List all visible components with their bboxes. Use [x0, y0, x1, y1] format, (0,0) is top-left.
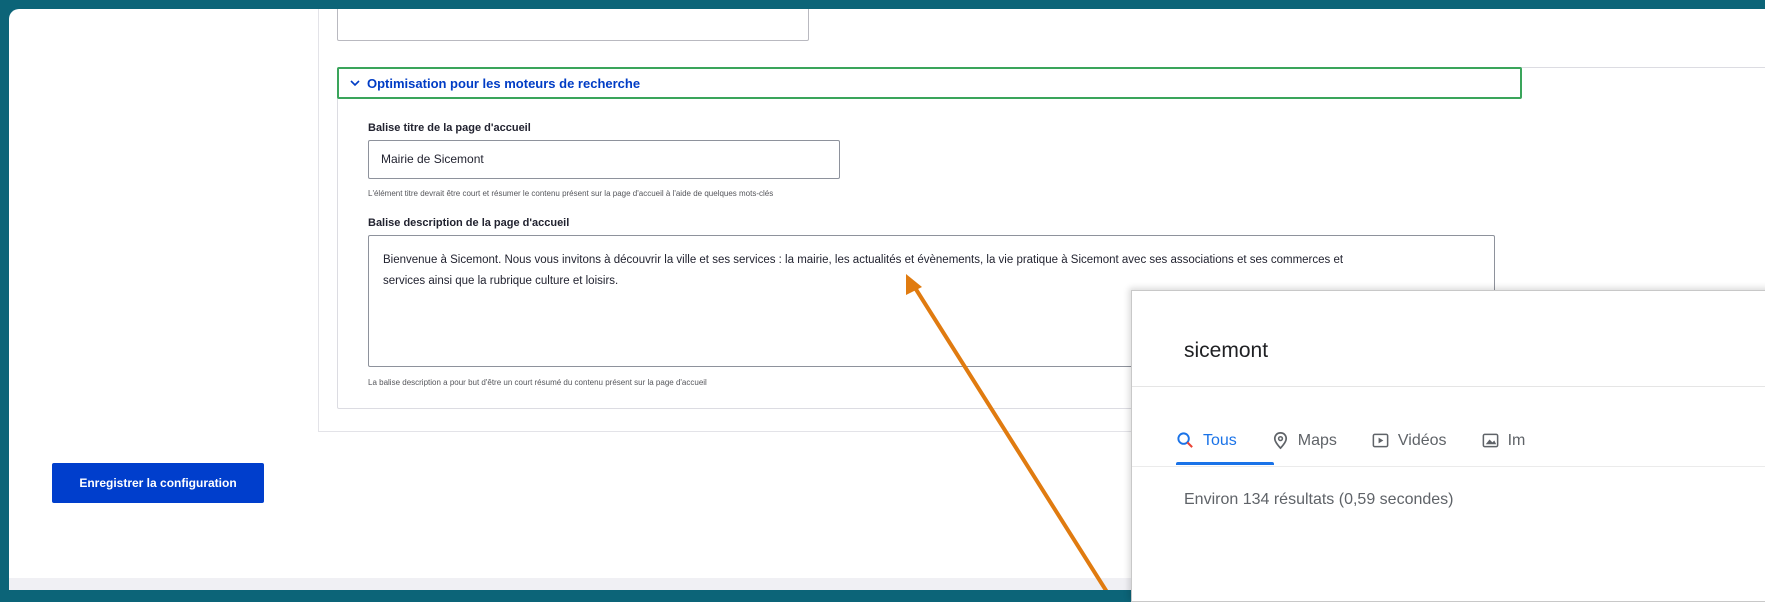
tab-images[interactable]: Im — [1481, 431, 1526, 450]
seo-section-toggle[interactable]: Optimisation pour les moteurs de recherc… — [337, 67, 1522, 99]
tab-label: Vidéos — [1397, 431, 1447, 449]
description-field-hint: La balise description a pour but d'être … — [368, 378, 707, 387]
tabs-divider — [1132, 466, 1765, 467]
title-field-hint: L'élément titre devrait être court et ré… — [368, 189, 774, 198]
tab-tous[interactable]: Tous — [1176, 431, 1237, 450]
tab-label: Maps — [1297, 431, 1337, 449]
tab-videos[interactable]: Vidéos — [1371, 431, 1447, 450]
tab-maps[interactable]: Maps — [1271, 431, 1337, 450]
tab-label: Tous — [1203, 431, 1237, 449]
map-pin-icon — [1273, 432, 1287, 450]
description-line: services ainsi que la rubrique culture e… — [383, 275, 619, 287]
image-icon — [1482, 433, 1498, 448]
search-divider — [1132, 386, 1765, 387]
seo-section-label: Optimisation pour les moteurs de recherc… — [367, 75, 641, 91]
search-tabs: Tous Maps Vidéos Im — [1176, 431, 1525, 450]
description-field-label: Balise description de la page d'accueil — [368, 217, 570, 229]
description-line: Bienvenue à Sicemont. Nous vous invitons… — [383, 254, 1344, 266]
video-icon — [1372, 433, 1389, 448]
title-field-label: Balise titre de la page d'accueil — [368, 122, 531, 134]
search-icon — [1177, 432, 1193, 448]
save-configuration-button[interactable]: Enregistrer la configuration — [52, 463, 264, 503]
tab-label: Im — [1507, 431, 1526, 449]
chevron-down-icon — [350, 80, 360, 87]
active-tab-indicator — [1176, 462, 1274, 465]
search-query[interactable]: sicemont — [1184, 339, 1268, 363]
homepage-title-input[interactable]: Mairie de Sicemont — [368, 140, 840, 179]
previous-field-input[interactable] — [337, 9, 809, 41]
results-stats: Environ 134 résultats (0,59 secondes) — [1184, 491, 1454, 508]
google-search-preview: sicemont Tous Maps Vidéos Im Environ 134… — [1131, 290, 1765, 602]
homepage-title-value: Mairie de Sicemont — [381, 152, 484, 166]
